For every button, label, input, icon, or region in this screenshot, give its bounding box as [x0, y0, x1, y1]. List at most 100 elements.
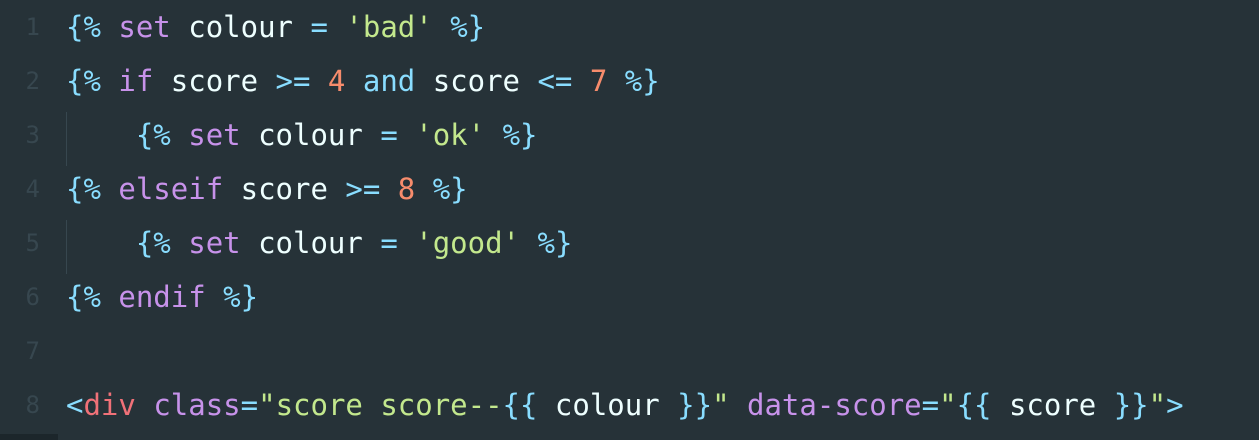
- code-token: score: [153, 64, 276, 98]
- code-line[interactable]: 8 <div class="score score--{{ colour }}" …: [0, 378, 1259, 432]
- code-token: elseif: [118, 172, 224, 206]
- code-line[interactable]: 2 {% if score >= 4 and score <= 7 %}: [0, 54, 1259, 108]
- indent-guide: [66, 220, 67, 274]
- code-token: 7: [589, 64, 608, 98]
- code-token: >: [1166, 388, 1184, 422]
- line-number: 6: [25, 283, 40, 311]
- code-token: 4: [327, 64, 346, 98]
- code-token: set: [118, 10, 171, 44]
- code-token: colour: [537, 388, 678, 422]
- code-token: %}: [502, 118, 538, 152]
- code-token: =: [380, 226, 398, 260]
- indent-guide: [66, 112, 67, 166]
- code-token: and: [362, 64, 416, 98]
- code-text: {% endif %}: [66, 280, 258, 314]
- code-token: colour: [240, 118, 381, 152]
- code-token: ": [939, 388, 957, 422]
- code-token: endif: [118, 280, 206, 314]
- line-number: 2: [25, 67, 40, 95]
- code-token: {%: [66, 280, 101, 314]
- code-token: set: [188, 226, 241, 260]
- code-token: >=: [275, 64, 311, 98]
- code-token: %}: [537, 226, 573, 260]
- code-token: {%: [135, 118, 171, 152]
- code-token: }}: [1113, 388, 1149, 422]
- code-line[interactable]: 6 {% endif %}: [0, 270, 1259, 324]
- line-number: 1: [25, 13, 40, 41]
- code-line[interactable]: 3 {% set colour = 'ok' %}: [0, 108, 1259, 162]
- code-token: %}: [432, 172, 468, 206]
- code-token: score: [991, 388, 1114, 422]
- code-token: <: [66, 388, 84, 422]
- code-text: {% if score >= 4 and score <= 7 %}: [66, 64, 660, 98]
- code-token: ": [712, 388, 730, 422]
- code-editor[interactable]: 1 {% set colour = 'bad' %} 2 {% if score >=…: [0, 0, 1259, 440]
- line-number: 4: [25, 175, 40, 203]
- code-token: {%: [135, 226, 171, 260]
- code-line[interactable]: 7: [0, 324, 1259, 378]
- code-token: %}: [223, 280, 259, 314]
- code-line[interactable]: 4 {% elseif score >= 8 %}: [0, 162, 1259, 216]
- code-token: 'ok': [415, 118, 486, 152]
- code-token: score: [223, 172, 346, 206]
- code-token: {%: [66, 10, 101, 44]
- code-token: if: [118, 64, 154, 98]
- code-token: 'bad': [345, 10, 433, 44]
- code-text: <div class="score score--{{ colour }}" d…: [66, 388, 1184, 422]
- code-text: {% set colour = 'good' %}: [66, 226, 573, 260]
- code-line[interactable]: 5 {% set colour = 'good' %}: [0, 216, 1259, 270]
- code-token: ": [1148, 388, 1167, 422]
- code-token: colour: [240, 226, 381, 260]
- code-line[interactable]: 1 {% set colour = 'bad' %}: [0, 0, 1259, 54]
- code-token: =: [240, 388, 259, 422]
- code-token: {%: [66, 64, 101, 98]
- code-token: 'good': [415, 226, 521, 260]
- code-token: <=: [537, 64, 573, 98]
- line-number: 5: [25, 229, 40, 257]
- code-token: {%: [66, 172, 101, 206]
- code-token: =: [380, 118, 398, 152]
- code-token: {{: [502, 388, 538, 422]
- code-text: {% set colour = 'bad' %}: [66, 10, 485, 44]
- line-number: 3: [25, 121, 40, 149]
- code-token: =: [310, 10, 328, 44]
- code-token: class: [153, 388, 241, 422]
- code-text: {% elseif score >= 8 %}: [66, 172, 468, 206]
- code-token: }}: [677, 388, 713, 422]
- code-token: div: [83, 388, 136, 422]
- line-number: 7: [25, 337, 40, 365]
- code-token: set: [188, 118, 241, 152]
- code-token: data-score: [747, 388, 922, 422]
- code-text: {% set colour = 'ok' %}: [66, 118, 538, 152]
- code-token: %}: [450, 10, 486, 44]
- code-token: colour: [170, 10, 311, 44]
- code-token: score: [415, 64, 538, 98]
- code-token: "score score--: [258, 388, 503, 422]
- code-token: %}: [624, 64, 660, 98]
- line-number: 8: [25, 391, 40, 419]
- code-token: >=: [345, 172, 381, 206]
- code-token: {{: [956, 388, 992, 422]
